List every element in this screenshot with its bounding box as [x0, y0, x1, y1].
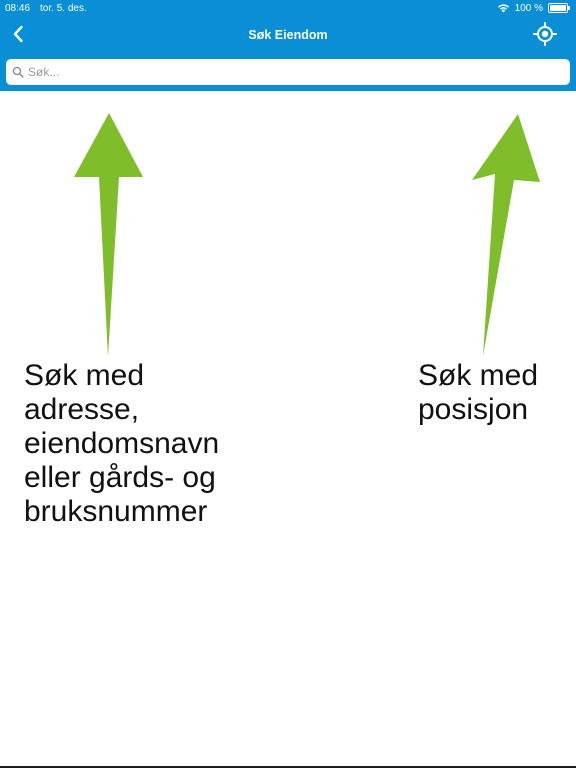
- page-title: Søk Eiendom: [248, 27, 328, 42]
- battery-percent: 100 %: [514, 2, 543, 14]
- chevron-left-icon: [13, 25, 23, 43]
- search-box[interactable]: [6, 59, 570, 85]
- crosshair-icon: [533, 22, 557, 46]
- search-input[interactable]: [28, 65, 570, 79]
- battery-icon: [548, 3, 570, 13]
- arrow-up-left: [74, 113, 143, 357]
- arrow-up-right: [472, 114, 540, 356]
- status-time: 08:46: [5, 2, 31, 14]
- locate-position-button[interactable]: [532, 21, 558, 47]
- back-button[interactable]: [6, 22, 30, 46]
- battery-fill: [550, 5, 566, 11]
- navigation-bar: Søk Eiendom: [0, 16, 576, 53]
- search-bar: [0, 53, 576, 91]
- status-left: 08:46 tor. 5. des.: [5, 3, 87, 14]
- search-hint-text: Søk med adresse, eiendomsnavn eller gård…: [24, 359, 220, 528]
- search-icon: [12, 66, 24, 78]
- status-date: tor. 5. des.: [40, 2, 87, 14]
- status-right: 100 %: [497, 2, 570, 14]
- wifi-icon: [497, 4, 509, 13]
- status-bar: 08:46 tor. 5. des. 100 %: [0, 0, 576, 16]
- position-hint-text: Søk med posisjon: [418, 359, 539, 426]
